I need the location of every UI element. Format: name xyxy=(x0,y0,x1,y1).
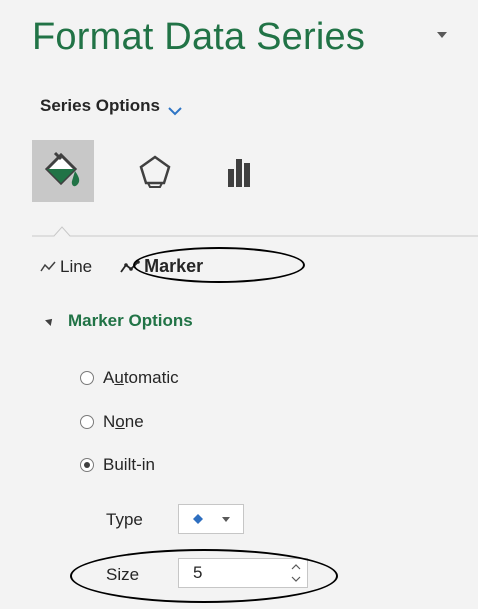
tab-divider xyxy=(32,226,478,237)
radio-built-in-label: Built-in xyxy=(103,455,155,474)
radio-none-circle[interactable] xyxy=(80,415,94,429)
marker-size-input[interactable]: 5 xyxy=(178,558,308,588)
size-stepper-icon[interactable] xyxy=(287,561,305,585)
pane-options-dropdown[interactable] xyxy=(437,32,447,38)
marker-line-icon xyxy=(120,259,140,273)
subtab-marker-label: Marker xyxy=(144,256,204,276)
marker-type-dropdown[interactable] xyxy=(178,504,244,534)
radio-automatic-circle[interactable] xyxy=(80,371,94,385)
diamond-marker-icon xyxy=(193,514,203,524)
subtab-line[interactable]: Line xyxy=(40,257,92,277)
radio-built-in[interactable]: Built-in xyxy=(80,455,155,475)
line-icon xyxy=(40,261,56,271)
marker-options-header[interactable]: Marker Options xyxy=(45,311,193,331)
series-options-label: Series Options xyxy=(40,96,160,115)
paint-bucket-icon xyxy=(44,151,80,187)
format-data-series-pane: Format Data Series Series Options Line M… xyxy=(0,0,478,609)
subtab-bar: Line Marker xyxy=(40,256,203,277)
series-options-tab[interactable] xyxy=(209,140,271,202)
fill-line-tab[interactable] xyxy=(32,140,94,202)
collapse-triangle-icon xyxy=(45,316,55,326)
chevron-down-icon xyxy=(222,517,230,522)
radio-automatic[interactable]: Automatic xyxy=(80,368,179,388)
chevron-down-icon xyxy=(168,101,182,116)
radio-none[interactable]: None xyxy=(80,412,144,432)
series-options-dropdown[interactable]: Series Options xyxy=(40,96,182,116)
subtab-line-label: Line xyxy=(60,256,93,276)
radio-built-in-circle[interactable] xyxy=(80,458,94,472)
bar-chart-icon xyxy=(228,159,250,187)
effects-tab[interactable] xyxy=(124,140,186,202)
type-label: Type xyxy=(106,510,143,529)
marker-options-label: Marker Options xyxy=(68,311,193,330)
radio-none-label: None xyxy=(103,412,144,431)
size-label: Size xyxy=(106,565,140,584)
marker-size-value: 5 xyxy=(193,563,203,582)
subtab-marker[interactable]: Marker xyxy=(120,256,203,277)
radio-automatic-label: Automatic xyxy=(103,368,179,387)
pane-title: Format Data Series xyxy=(32,16,366,58)
pentagon-icon xyxy=(139,155,171,188)
